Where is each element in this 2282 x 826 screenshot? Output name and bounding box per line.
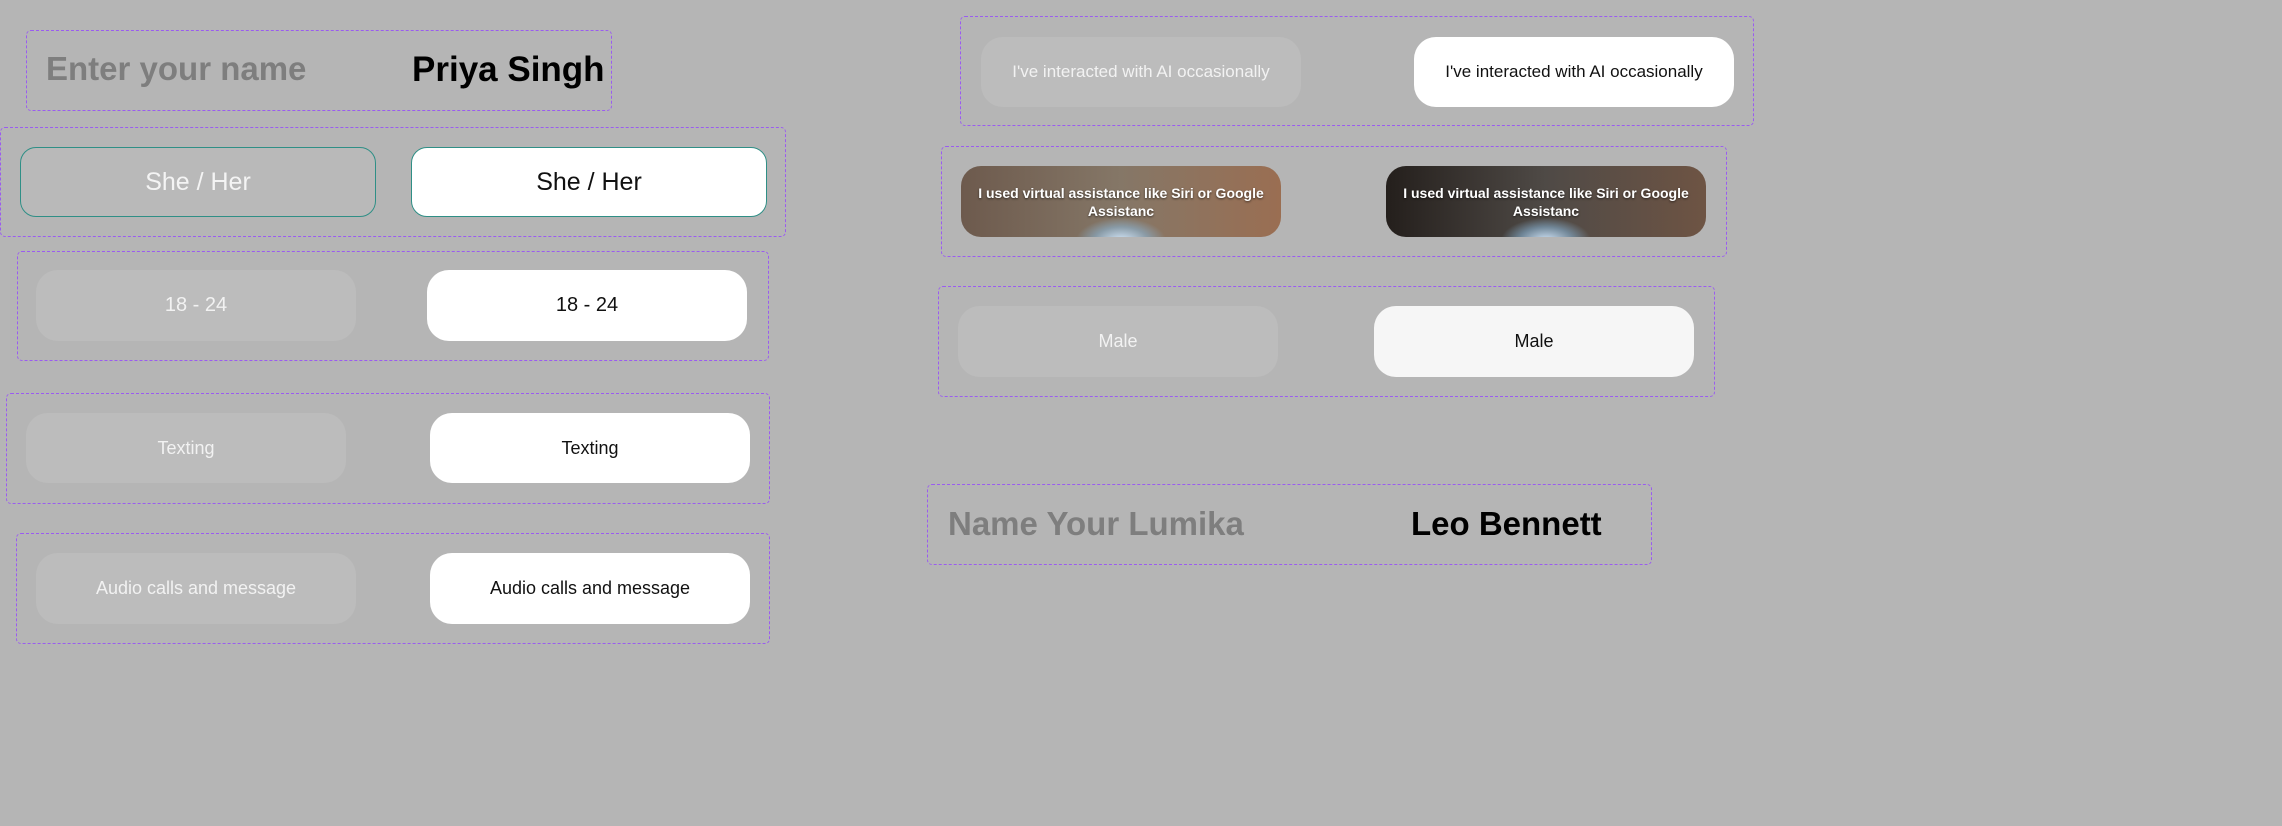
gender-option-unselected[interactable]: Male <box>958 306 1278 377</box>
assistant-experience-option-label: I used virtual assistance like Siri or G… <box>978 184 1264 219</box>
lumika-name-placeholder: Name Your Lumika <box>948 505 1244 542</box>
ai-experience-option-unselected[interactable]: I've interacted with AI occasionally <box>981 37 1301 107</box>
assistant-experience-option-unselected[interactable]: I used virtual assistance like Siri or G… <box>961 166 1281 237</box>
name-value[interactable]: Priya Singh <box>412 50 605 90</box>
assistant-experience-option-selected[interactable]: I used virtual assistance like Siri or G… <box>1386 166 1706 237</box>
lumika-name-input-group: Name Your Lumika Leo Bennett <box>927 484 1652 565</box>
name-placeholder: Enter your name <box>46 50 307 87</box>
age-range-option-selected[interactable]: 18 - 24 <box>427 270 747 341</box>
pronouns-option-label: She / Her <box>536 167 642 196</box>
age-range-option-group: 18 - 24 18 - 24 <box>17 251 769 361</box>
gender-option-label: Male <box>1514 331 1554 351</box>
assistant-experience-option-label: I used virtual assistance like Siri or G… <box>1403 184 1689 219</box>
pronouns-option-label: She / Her <box>145 167 251 196</box>
ai-experience-option-selected[interactable]: I've interacted with AI occasionally <box>1414 37 1734 107</box>
pronouns-option-selected[interactable]: She / Her <box>411 147 767 217</box>
age-range-option-label: 18 - 24 <box>555 294 619 316</box>
name-input-group: Enter your name Priya Singh <box>26 30 612 111</box>
texting-option-label: Texting <box>561 437 619 458</box>
ai-experience-option-label: I've interacted with AI occasionally <box>1445 62 1703 81</box>
age-range-option-label: 18 - 24 <box>164 294 228 316</box>
texting-option-selected[interactable]: Texting <box>430 413 750 483</box>
texting-option-unselected[interactable]: Texting <box>26 413 346 483</box>
gender-option-selected[interactable]: Male <box>1374 306 1694 377</box>
ai-experience-option-label: I've interacted with AI occasionally <box>1012 62 1270 81</box>
lumika-name-value[interactable]: Leo Bennett <box>1411 505 1602 543</box>
audio-calls-option-label: Audio calls and message <box>489 578 691 598</box>
audio-calls-option-selected[interactable]: Audio calls and message <box>430 553 750 624</box>
calls-option-group: Audio calls and message Audio calls and … <box>16 533 770 644</box>
audio-calls-option-label: Audio calls and message <box>95 578 297 598</box>
texting-option-label: Texting <box>157 437 215 458</box>
pronouns-option-group: She / Her She / Her <box>0 127 786 237</box>
assistant-experience-option-group: I used virtual assistance like Siri or G… <box>941 146 1727 257</box>
pronouns-option-unselected[interactable]: She / Her <box>20 147 376 217</box>
audio-calls-option-unselected[interactable]: Audio calls and message <box>36 553 356 624</box>
gender-option-group: Male Male <box>938 286 1715 397</box>
age-range-option-unselected[interactable]: 18 - 24 <box>36 270 356 341</box>
communication-option-group: Texting Texting <box>6 393 770 504</box>
gender-option-label: Male <box>1098 331 1138 351</box>
ai-experience-option-group: I've interacted with AI occasionally I'v… <box>960 16 1754 126</box>
